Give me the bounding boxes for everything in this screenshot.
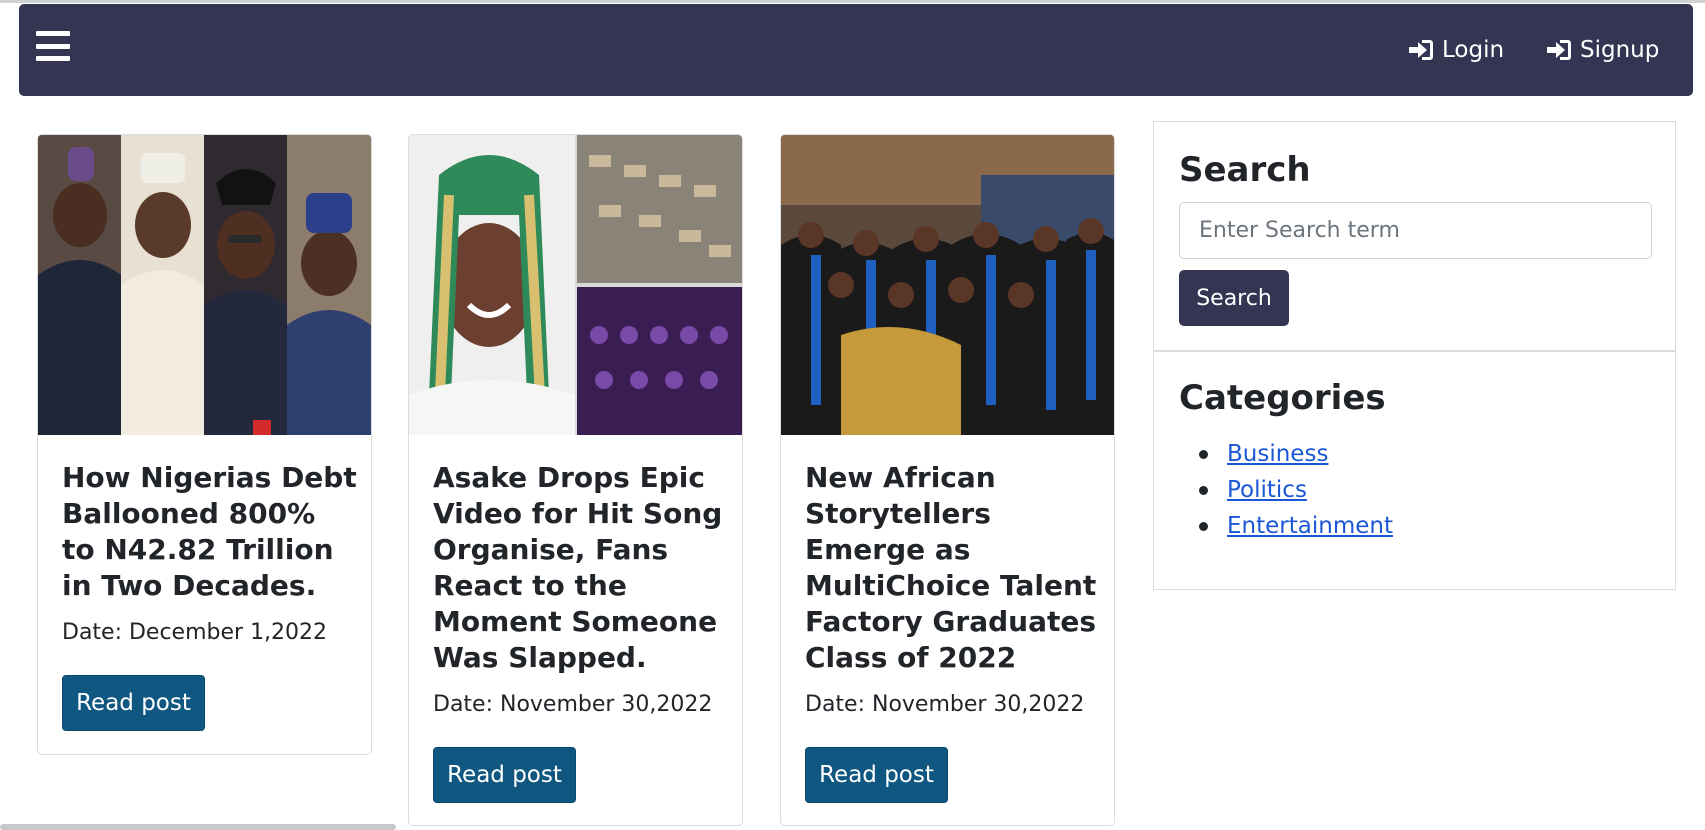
signup-link[interactable]: Signup [1546,37,1659,63]
post-image[interactable] [781,135,1114,435]
post-title[interactable]: How Nigerias Debt Ballooned 800% to N42.… [62,460,357,604]
post-date: Date: November 30,2022 [805,692,1085,717]
sign-in-icon [1547,40,1571,60]
post-image[interactable] [409,135,742,435]
read-post-button[interactable]: Read post [433,747,576,803]
post-card: Asake Drops Epic Video for Hit Song Orga… [408,134,743,826]
category-link-politics[interactable]: Politics [1227,477,1307,503]
category-link-entertainment[interactable]: Entertainment [1227,513,1393,539]
window-top-border [0,0,1705,3]
search-button[interactable]: Search [1179,270,1289,326]
sidebar-divider [1154,350,1675,352]
search-input[interactable] [1179,202,1652,259]
post-date: Date: November 30,2022 [433,692,713,717]
read-post-button[interactable]: Read post [805,747,948,803]
category-item: Entertainment [1179,508,1393,544]
hamburger-menu-icon[interactable] [36,31,70,61]
sidebar: Search Search Categories Business Politi… [1153,121,1676,590]
search-heading: Search [1179,150,1311,190]
category-item: Business [1179,436,1393,472]
post-title[interactable]: New African Storytellers Emerge as Multi… [805,460,1100,676]
horizontal-scrollbar[interactable] [0,824,396,830]
login-label: Login [1442,37,1505,63]
post-image[interactable] [38,135,371,435]
read-post-button[interactable]: Read post [62,675,205,731]
post-card: How Nigerias Debt Ballooned 800% to N42.… [37,134,372,755]
post-card: New African Storytellers Emerge as Multi… [780,134,1115,826]
login-link[interactable]: Login [1408,37,1504,63]
category-link-business[interactable]: Business [1227,441,1328,467]
top-navbar: Login Signup [19,4,1693,96]
categories-list: Business Politics Entertainment [1179,436,1393,544]
category-item: Politics [1179,472,1393,508]
sign-in-icon [1409,40,1433,60]
post-title[interactable]: Asake Drops Epic Video for Hit Song Orga… [433,460,728,676]
signup-label: Signup [1580,37,1660,63]
categories-heading: Categories [1179,378,1386,418]
post-date: Date: December 1,2022 [62,620,328,645]
